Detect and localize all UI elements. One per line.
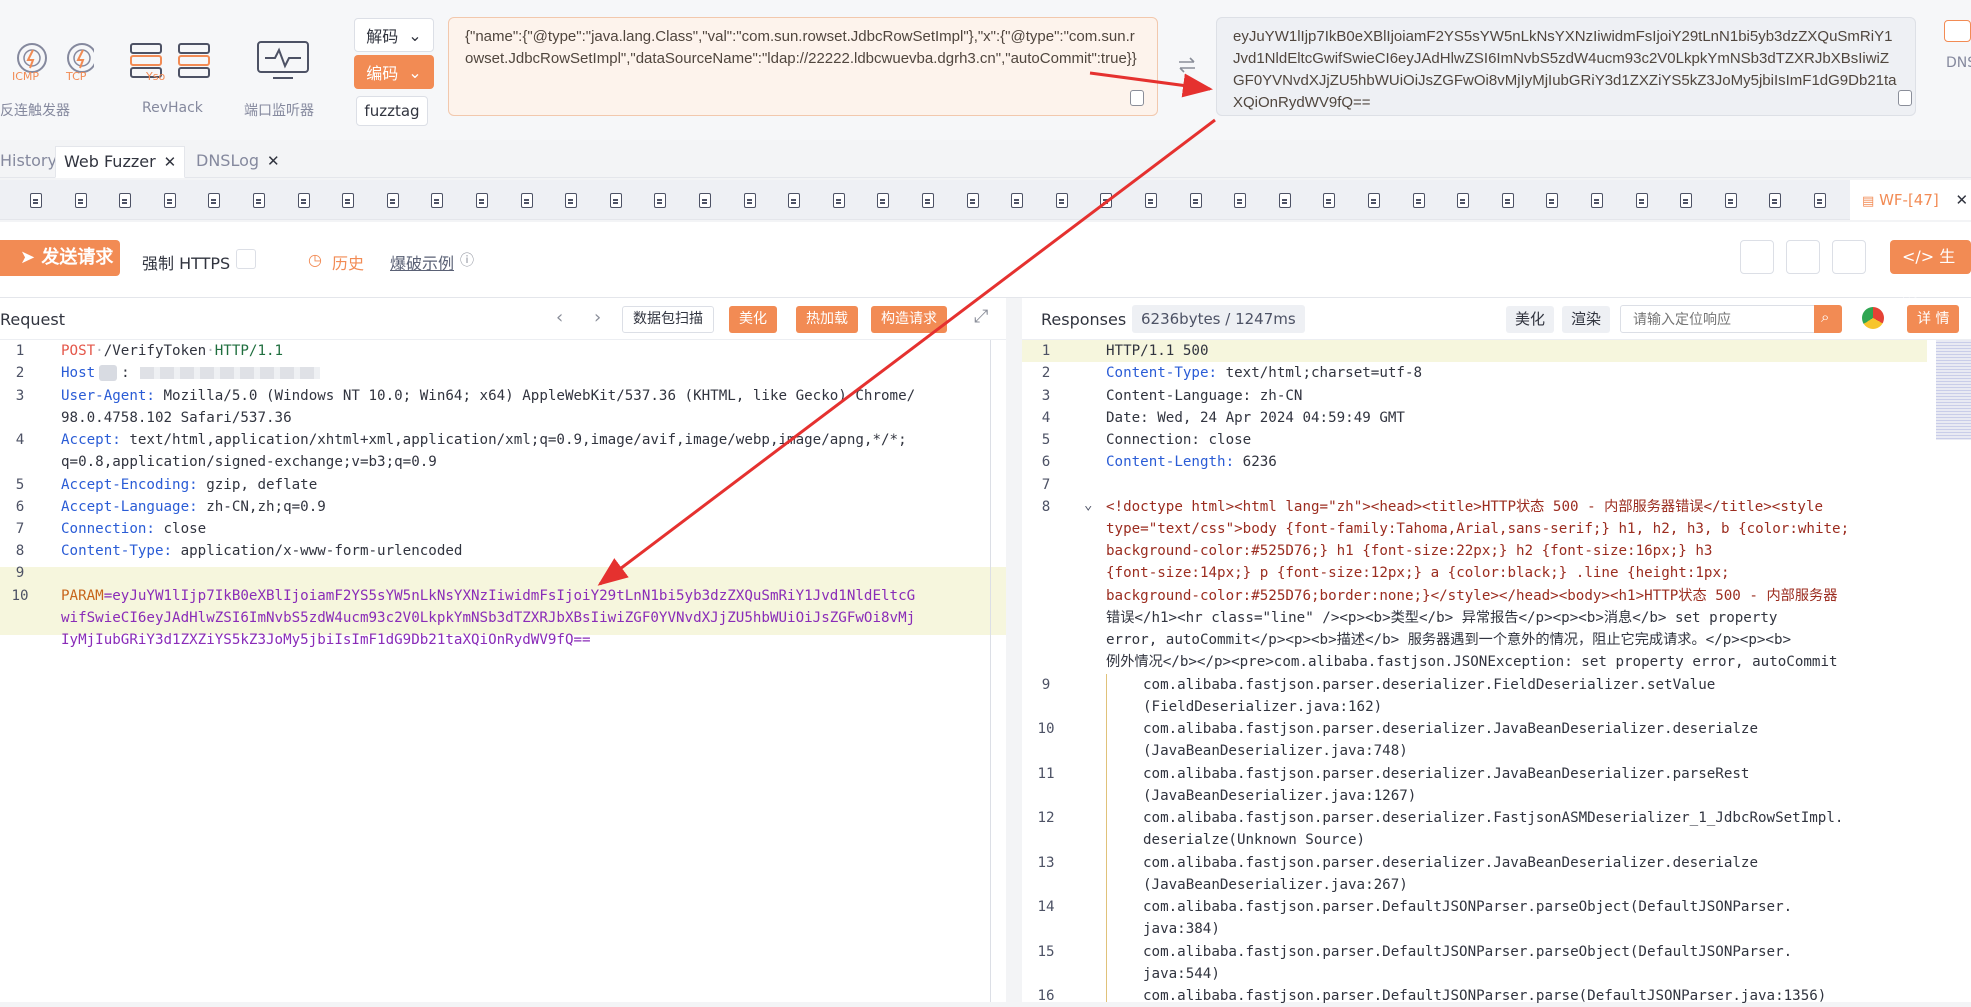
annotation-arrows bbox=[597, 71, 1216, 586]
arrow-to-param bbox=[597, 118, 1216, 586]
arrow-to-encoded bbox=[1089, 71, 1213, 98]
